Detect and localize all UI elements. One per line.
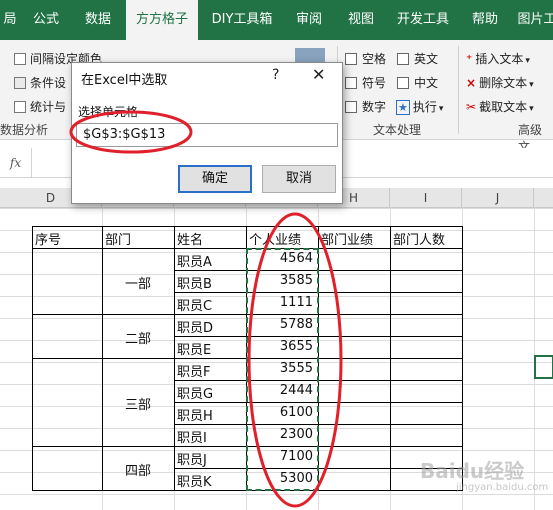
delete-text-icon: ×: [466, 76, 477, 90]
header-dept-performance[interactable]: 部门业绩: [321, 229, 387, 248]
table-border: [32, 226, 463, 227]
table-icon: [14, 77, 26, 89]
tab-developer[interactable]: 开发工具: [388, 0, 458, 40]
extract-text-label: 截取文本: [479, 100, 528, 114]
close-icon[interactable]: ✕: [312, 65, 325, 84]
checkbox-symbol[interactable]: 符号: [345, 74, 386, 91]
checkbox-box: [345, 53, 357, 65]
statistics-label: 统计与: [30, 100, 67, 114]
header-serial[interactable]: 序号: [35, 229, 99, 248]
checkbox-box: [397, 77, 409, 89]
checkbox-box: [345, 77, 357, 89]
chevron-down-icon: ▾: [529, 80, 534, 90]
checkbox-box: [345, 101, 357, 113]
insert-text-button[interactable]: ⁺ 插入文本 ▾: [466, 50, 530, 67]
tab-view[interactable]: 视图: [338, 0, 384, 40]
checkbox-box: [397, 53, 409, 65]
chevron-down-icon: ▾: [525, 56, 530, 66]
checkbox-english-label: 英文: [414, 52, 439, 66]
header-dept-headcount[interactable]: 部门人数: [393, 229, 459, 248]
chart-icon: [14, 101, 26, 113]
checkbox-chinese-label: 中文: [414, 76, 439, 90]
execute-label: 执行: [412, 100, 437, 114]
tab-review[interactable]: 审阅: [286, 0, 332, 40]
employee-name-cell[interactable]: 职员J: [177, 449, 243, 468]
table-border: [462, 226, 463, 491]
tab-diy-toolbox[interactable]: DIY工具箱: [204, 0, 280, 40]
checkbox-space[interactable]: 空格: [345, 50, 386, 67]
ribbon-tab-bar: 局 公式 数据 方方格子 DIY工具箱 审阅 视图 开发工具 帮助 图片工: [0, 0, 553, 42]
checkbox-chinese[interactable]: 中文: [397, 74, 438, 91]
insert-text-icon: ⁺: [466, 52, 473, 66]
execute-button[interactable]: ★ 执行 ▾: [396, 98, 443, 115]
checkbox-english[interactable]: 英文: [397, 50, 438, 67]
tab-picture-tools[interactable]: 图片工: [512, 0, 553, 40]
condition-label: 条件设: [30, 76, 67, 90]
department-cell[interactable]: 四部: [102, 460, 174, 479]
help-icon[interactable]: ?: [272, 67, 279, 83]
employee-name-cell[interactable]: 职员C: [177, 295, 243, 314]
dialog-title: 在Excel中选取: [81, 73, 168, 88]
tab-help[interactable]: 帮助: [462, 0, 508, 40]
grid-row-line: [0, 494, 553, 495]
insert-text-label: 插入文本: [475, 52, 524, 66]
range-input[interactable]: $G$3:$G$13: [76, 123, 338, 147]
cancel-button[interactable]: 取消: [262, 165, 336, 193]
select-range-dialog: 在Excel中选取 ? ✕ 选择单元格 $G$3:$G$13 确定 取消: [71, 62, 343, 204]
employee-name-cell[interactable]: 职员D: [177, 317, 243, 336]
employee-name-cell[interactable]: 职员K: [177, 471, 243, 490]
checkbox-number[interactable]: 数字: [345, 98, 386, 115]
employee-name-cell[interactable]: 职员I: [177, 427, 243, 446]
column-header-j[interactable]: J: [462, 188, 534, 208]
grid-row-line: [0, 208, 553, 209]
grid-icon: [14, 53, 26, 65]
condition-button[interactable]: 条件设: [14, 74, 66, 91]
statistics-button[interactable]: 统计与: [14, 98, 66, 115]
department-cell[interactable]: 一部: [102, 273, 174, 292]
star-icon: ★: [396, 100, 410, 115]
checkbox-number-label: 数字: [362, 100, 387, 114]
column-header-i[interactable]: I: [390, 188, 462, 208]
chevron-down-icon: ▾: [438, 104, 444, 114]
delete-text-label: 删除文本: [479, 76, 528, 90]
group-separator: [458, 46, 459, 134]
header-personal-performance[interactable]: 个人业绩: [249, 229, 315, 248]
department-cell[interactable]: 二部: [102, 328, 174, 347]
baidu-watermark-logo: Baidu经验: [420, 459, 525, 483]
chevron-down-icon: ▾: [529, 104, 534, 114]
baidu-watermark-url: jingyan.baidu.com: [456, 482, 549, 493]
tab-data[interactable]: 数据: [74, 0, 122, 40]
checkbox-space-label: 空格: [362, 52, 387, 66]
employee-name-cell[interactable]: 职员A: [177, 251, 243, 270]
ok-button[interactable]: 确定: [178, 165, 252, 193]
employee-name-cell[interactable]: 职员H: [177, 405, 243, 424]
employee-name-cell[interactable]: 职员F: [177, 361, 243, 380]
delete-text-button[interactable]: × 删除文本 ▾: [466, 74, 534, 91]
tab-layout[interactable]: 局: [0, 0, 20, 40]
department-cell[interactable]: 三部: [102, 394, 174, 413]
checkbox-symbol-label: 符号: [362, 76, 387, 90]
tab-formulas[interactable]: 公式: [22, 0, 70, 40]
tab-fangfang-gezi[interactable]: 方方格子: [126, 0, 198, 42]
employee-name-cell[interactable]: 职员G: [177, 383, 243, 402]
active-cell-indicator: [534, 355, 553, 379]
header-name[interactable]: 姓名: [177, 229, 243, 248]
extract-text-button[interactable]: ✂ 截取文本 ▾: [466, 98, 534, 115]
select-cell-label: 选择单元格: [78, 105, 139, 119]
fx-icon[interactable]: fx: [0, 148, 32, 178]
extract-text-icon: ✂: [466, 100, 477, 114]
employee-name-cell[interactable]: 职员B: [177, 273, 243, 292]
employee-name-cell[interactable]: 职员E: [177, 339, 243, 358]
header-department[interactable]: 部门: [105, 229, 171, 248]
group-label-text-processing: 文本处理: [373, 123, 422, 137]
group-label-data-analysis: 数据分析: [0, 123, 49, 137]
copy-marquee: [246, 248, 319, 491]
